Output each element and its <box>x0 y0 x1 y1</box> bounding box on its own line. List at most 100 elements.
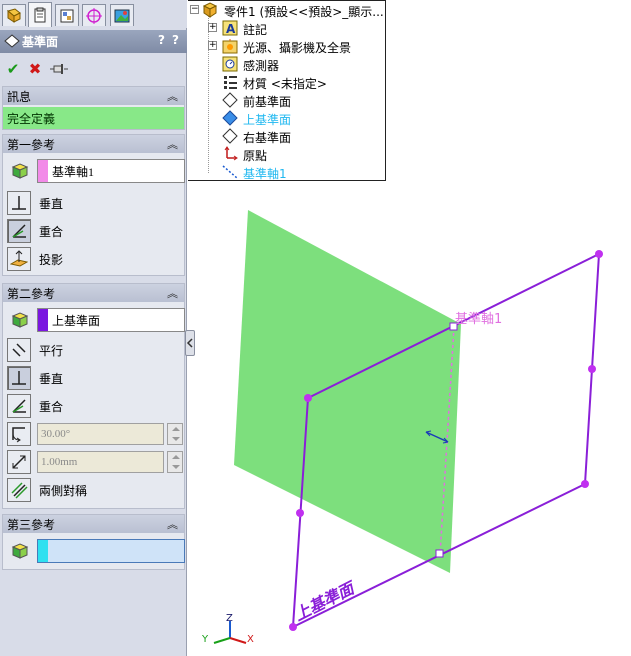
option-project[interactable]: 投影 <box>7 247 184 271</box>
preview-plane[interactable] <box>234 210 461 573</box>
axis-triad: Z X Y <box>201 613 254 645</box>
feature-manager-tree: − 零件1 (預設<<預設>_顯示... + A 註記 + 光源、攝影機及全景 … <box>188 0 386 181</box>
expand-toggle-icon[interactable]: + <box>208 41 217 50</box>
parallel-icon[interactable] <box>7 338 31 362</box>
coincident-icon[interactable] <box>7 394 31 418</box>
tab-configuration-manager[interactable] <box>55 4 79 26</box>
tree-item-label: 零件1 (預設<<預設>_顯示... <box>224 5 384 19</box>
ok-button[interactable]: ✔ <box>4 60 22 78</box>
part-icon <box>202 2 218 18</box>
reference-cube-icon <box>7 542 33 560</box>
message-group: 訊息 ︽ 完全定義 <box>2 86 185 130</box>
option-coincident[interactable]: 重合 <box>7 394 184 418</box>
coincident-icon[interactable] <box>7 219 31 243</box>
collapse-chevron-icon[interactable]: ︽ <box>167 136 178 152</box>
tree-item-label: 基準軸1 <box>243 167 287 181</box>
tree-item-label: 右基準面 <box>243 131 292 145</box>
third-reference-selection-box[interactable] <box>37 539 185 563</box>
corner-handle[interactable] <box>304 394 312 402</box>
second-reference-swatch <box>38 309 48 331</box>
axis-endpoint-handle[interactable] <box>435 549 444 558</box>
option-perpendicular[interactable]: 垂直 <box>7 366 184 390</box>
display-manager-icon <box>114 9 130 22</box>
edge-handle[interactable] <box>296 509 304 517</box>
corner-handle[interactable] <box>581 480 589 488</box>
first-reference-selection-box[interactable]: 基準軸1 <box>37 159 185 183</box>
help-details-icon[interactable]: ? <box>172 33 179 47</box>
lights-icon <box>222 38 238 54</box>
collapse-chevron-icon[interactable]: ︽ <box>167 285 178 301</box>
tree-item-label: 材質 <未指定> <box>243 77 327 91</box>
plane-icon <box>4 34 20 51</box>
reference-cube-icon <box>7 311 33 329</box>
tab-property-manager[interactable] <box>28 2 52 27</box>
svg-text:A: A <box>226 22 236 36</box>
axis-icon <box>222 164 238 180</box>
dimxpert-icon <box>86 7 102 24</box>
message-group-header[interactable]: 訊息 ︽ <box>3 87 184 105</box>
angle-icon[interactable] <box>7 422 31 446</box>
tree-item-label: 註記 <box>243 23 268 37</box>
tree-item-label: 原點 <box>243 149 268 163</box>
option-perpendicular[interactable]: 垂直 <box>7 191 184 215</box>
first-reference-header[interactable]: 第一參考 ︽ <box>3 135 184 153</box>
third-reference-title: 第三參考 <box>7 517 56 532</box>
plane-icon-selected <box>222 110 238 126</box>
option-label: 重合 <box>39 399 64 414</box>
viewport-canvas[interactable]: 基準軸1 上基準面 Z X Y <box>188 181 631 656</box>
graphics-viewport[interactable]: 基準軸1 上基準面 Z X Y <box>188 181 631 656</box>
property-manager-title: 基準面 <box>22 35 59 49</box>
status-message: 完全定義 <box>3 107 184 129</box>
axis-label: 基準軸1 <box>455 311 502 327</box>
option-symmetric[interactable]: 兩側對稱 <box>7 478 184 502</box>
collapse-toggle-icon[interactable]: − <box>190 5 199 14</box>
second-reference-title: 第二參考 <box>7 286 56 301</box>
tree-item-label: 感測器 <box>243 59 280 73</box>
option-label: 重合 <box>39 224 64 239</box>
third-reference-header[interactable]: 第三參考 ︽ <box>3 515 184 533</box>
perpendicular-icon[interactable] <box>7 191 31 215</box>
option-parallel[interactable]: 平行 <box>7 338 184 362</box>
option-label: 垂直 <box>39 371 64 386</box>
triad-y-label: Y <box>201 634 209 645</box>
tab-dimxpert[interactable] <box>82 4 106 26</box>
second-reference-selection-row: 上基準面 <box>7 308 185 332</box>
symmetric-icon[interactable] <box>7 478 31 502</box>
cancel-button[interactable]: ✖ <box>26 60 44 78</box>
project-icon[interactable] <box>7 247 31 271</box>
tab-display-manager[interactable] <box>110 4 134 26</box>
perpendicular-icon[interactable] <box>7 366 31 390</box>
tree-item-label: 上基準面 <box>243 113 292 127</box>
tree-item-label: 光源、攝影機及全景 <box>243 41 352 55</box>
property-manager-icon <box>34 7 46 23</box>
plane-icon <box>222 128 238 144</box>
plane-icon <box>222 92 238 108</box>
first-reference-group: 第一參考 ︽ 基準軸1 垂直 重合 投影 <box>2 134 185 276</box>
second-reference-group: 第二參考 ︽ 上基準面 平行 垂直 重合 30.00° 1.00mm 兩側對稱 <box>2 283 185 509</box>
distance-input[interactable]: 1.00mm <box>37 451 164 473</box>
angle-spinner[interactable] <box>167 423 183 445</box>
pushpin-button[interactable] <box>50 60 68 78</box>
collapse-chevron-icon[interactable]: ︽ <box>167 88 178 104</box>
edge-handle[interactable] <box>588 365 596 373</box>
collapse-chevron-icon[interactable]: ︽ <box>167 516 178 532</box>
configuration-icon <box>60 9 74 22</box>
angle-input[interactable]: 30.00° <box>37 423 164 445</box>
sensor-icon <box>222 56 238 72</box>
expand-toggle-icon[interactable]: + <box>208 23 217 32</box>
angle-row: 30.00° <box>7 422 184 446</box>
second-reference-selection-box[interactable]: 上基準面 <box>37 308 185 332</box>
annotations-icon: A <box>222 20 238 36</box>
tab-feature-manager[interactable] <box>2 4 26 26</box>
help-icon[interactable]: ? <box>158 33 165 47</box>
distance-icon[interactable] <box>7 450 31 474</box>
feature-manager-icon <box>6 7 21 23</box>
corner-handle[interactable] <box>595 250 603 258</box>
triad-z-label: Z <box>226 613 233 624</box>
option-coincident[interactable]: 重合 <box>7 219 184 243</box>
material-icon <box>222 74 238 90</box>
distance-spinner[interactable] <box>167 451 183 473</box>
option-label: 垂直 <box>39 196 64 211</box>
corner-handle[interactable] <box>289 623 297 631</box>
second-reference-header[interactable]: 第二參考 ︽ <box>3 284 184 302</box>
